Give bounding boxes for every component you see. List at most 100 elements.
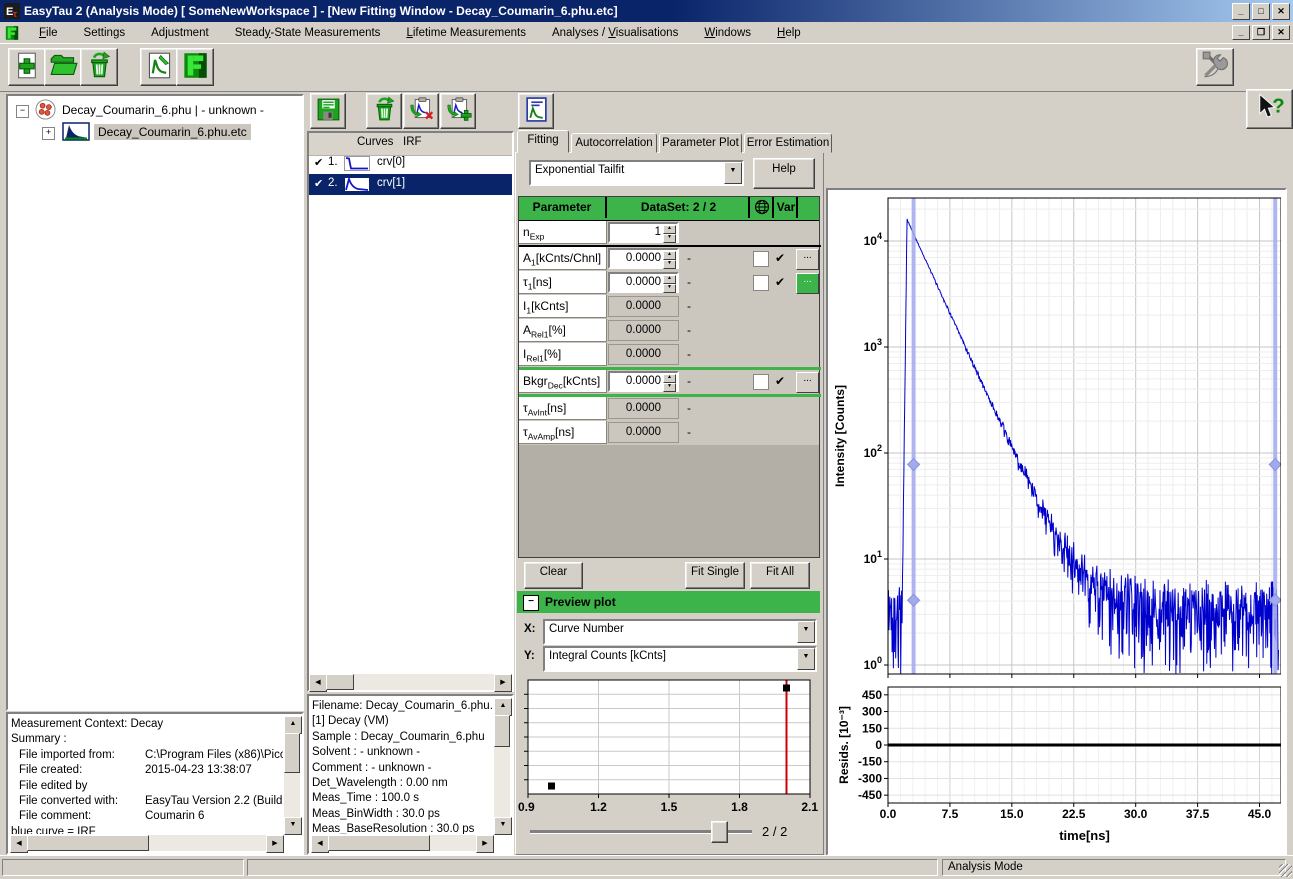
param-value-input[interactable]: 0.0000▲▼ [608,371,679,392]
menu-item-file[interactable]: File [26,24,71,42]
param-vary-checkbox[interactable]: ✔ [775,374,785,388]
collapse-icon[interactable]: − [523,595,539,611]
spinner[interactable]: ▲▼ [663,225,676,240]
curves-horizontal-scrollbar[interactable]: ◀ ▶ [309,674,512,690]
param-more-button[interactable]: ... [796,372,819,393]
scroll-up-icon[interactable]: ▲ [494,698,512,716]
param-link-box[interactable] [753,251,769,267]
svg-text:150: 150 [862,721,882,735]
decay-curve-icon [62,122,90,141]
new-workspace-button[interactable] [8,48,46,86]
minimize-button[interactable]: _ [1232,3,1250,20]
report-button[interactable] [518,93,554,129]
scroll-left-icon[interactable]: ◀ [309,674,327,692]
scroll-down-icon[interactable]: ▼ [494,817,512,835]
info-horizontal-scrollbar[interactable]: ◀ ▶ [311,835,494,851]
menu-item-lifetime[interactable]: Lifetime Measurements [393,24,539,42]
param-error: - [687,299,707,313]
tree-collapse-box[interactable]: − [16,105,29,118]
mdi-minimize-button[interactable]: _ [1232,25,1250,40]
preview-x-select[interactable]: Curve Number ▼ [543,619,817,645]
param-more-button[interactable]: ... [796,273,819,294]
tree-root-label[interactable]: Decay_Coumarin_6.phu | - unknown - [62,103,264,117]
chevron-down-icon[interactable]: ▼ [797,648,815,670]
fit-model-select[interactable]: Exponential Tailfit ▼ [529,160,744,186]
scroll-down-icon[interactable]: ▼ [284,817,302,835]
svg-text:Intensity [Counts]: Intensity [Counts] [833,385,847,487]
new-document-icon [13,51,42,83]
col-extra [800,197,819,218]
spin-down-icon: ▼ [663,260,676,269]
curve-row-crv[0][interactable]: ✔1.crv[0] [309,153,512,174]
chevron-down-icon[interactable]: ▼ [797,621,815,643]
chevron-down-icon[interactable]: ▼ [724,162,742,184]
checkmark-icon[interactable]: ✔ [314,177,323,190]
scroll-right-icon[interactable]: ▶ [476,835,494,853]
tab-fitting[interactable]: Fitting [517,130,569,153]
info-vertical-scrollbar[interactable]: ▲ ▼ [284,716,300,835]
param-link-box[interactable] [753,275,769,291]
close-button[interactable]: ✕ [1272,3,1290,20]
info-horizontal-scrollbar[interactable]: ◀ ▶ [10,835,284,851]
param-more-button[interactable]: ... [796,249,819,270]
param-label: A1[kCnts/Chnl] [519,247,607,270]
checkmark-icon[interactable]: ✔ [314,156,323,169]
preview-plot-chart[interactable]: 0.91.21.51.82.1 [518,675,818,815]
mdi-close-button[interactable]: ✕ [1272,25,1290,40]
scroll-left-icon[interactable]: ◀ [10,835,28,853]
globe-icon[interactable] [752,197,774,218]
info-vertical-scrollbar[interactable]: ▲ ▼ [494,698,510,835]
mdi-restore-button[interactable]: ❐ [1252,25,1270,40]
preview-y-select[interactable]: Integral Counts [kCnts] ▼ [543,646,817,672]
mdi-child-icon[interactable] [4,25,20,41]
save-curves-button[interactable] [310,93,346,129]
tools-button[interactable] [1196,48,1234,86]
add-curve-to-clipboard-button[interactable] [440,93,476,129]
svg-text:τ: τ [13,9,17,19]
dataset-slider-handle[interactable] [711,821,728,843]
menu-item-steady-state[interactable]: Steady-State Measurements [222,24,394,42]
menu-item-analyses[interactable]: Analyses / Visualisations [539,24,691,42]
tree-child-label[interactable]: Decay_Coumarin_6.phu.etc [94,124,251,140]
param-vary-checkbox[interactable]: ✔ [775,251,785,265]
spinner[interactable]: ▲▼ [663,374,676,389]
decay-and-residuals-chart[interactable]: 0.07.515.022.530.037.545.010010110210310… [828,190,1281,850]
fit-single-button[interactable]: Fit Single [685,562,745,589]
resize-grip[interactable] [1279,864,1292,877]
spinner[interactable]: ▲▼ [663,251,676,266]
fit-all-button[interactable]: Fit All [750,562,810,589]
param-label: nExp [519,221,607,244]
help-button[interactable]: Help [753,158,815,189]
tab-parameter-plot[interactable]: Parameter Plot [659,133,742,153]
scroll-left-icon[interactable]: ◀ [311,835,329,853]
spinner[interactable]: ▲▼ [663,275,676,290]
remove-curve-from-clipboard-button[interactable] [403,93,439,129]
param-value-input[interactable]: 0.0000▲▼ [608,248,679,269]
tab-error-estimation[interactable]: Error Estimation [744,133,832,153]
preview-x-value: Curve Number [549,623,797,635]
context-help-button[interactable]: ? [1246,89,1293,129]
maximize-button[interactable]: □ [1252,3,1270,20]
menu-item-windows[interactable]: Windows [691,24,764,42]
svg-text:1.8: 1.8 [731,800,748,814]
menu-item-help[interactable]: Help [764,24,814,42]
scroll-up-icon[interactable]: ▲ [284,716,302,734]
param-vary-checkbox[interactable]: ✔ [775,275,785,289]
param-value-input[interactable]: 1▲▼ [608,222,679,243]
scroll-right-icon[interactable]: ▶ [266,835,284,853]
info-line: Filename: Decay_Coumarin_6.phu.e [312,699,493,714]
clear-button[interactable]: Clear [524,562,583,589]
tree-expand-box[interactable]: + [42,127,55,140]
open-workspace-button[interactable] [44,48,82,86]
scroll-right-icon[interactable]: ▶ [494,674,512,692]
menu-item-adjustment[interactable]: Adjustment [138,24,222,42]
delete-curve-button[interactable] [366,93,402,129]
tab-autocorrelation[interactable]: Autocorrelation [571,133,657,153]
new-analysis-button[interactable] [140,48,178,86]
param-value-input[interactable]: 0.0000▲▼ [608,272,679,293]
easytau-logo-button[interactable] [176,48,214,86]
delete-button[interactable] [80,48,118,86]
curve-row-crv[1][interactable]: ✔2.crv[1] [309,174,512,195]
param-link-box[interactable] [753,374,769,390]
menu-item-settings[interactable]: Settings [71,24,139,42]
